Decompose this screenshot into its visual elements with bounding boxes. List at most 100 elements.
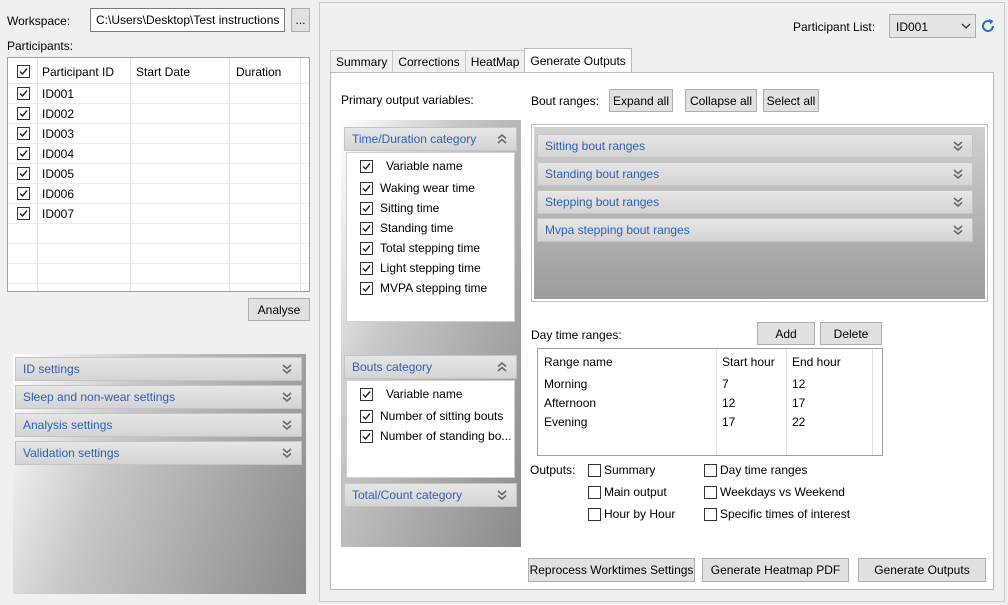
chevron-double-up-icon: [497, 134, 507, 144]
add-range-button[interactable]: Add: [757, 322, 815, 345]
variable-item[interactable]: Total stepping time: [360, 238, 480, 258]
output-checkbox[interactable]: [588, 507, 601, 521]
table-row[interactable]: ID004: [8, 144, 309, 164]
analysis-settings-label: Analysis settings: [23, 418, 113, 432]
id-settings-label: ID settings: [23, 362, 80, 376]
output-option[interactable]: Specific times of interest: [704, 507, 850, 521]
variable-item[interactable]: Sitting time: [360, 198, 439, 218]
analysis-settings-header[interactable]: Analysis settings: [15, 413, 302, 437]
bouts-category-list: Variable name Number of sitting bouts Num…: [346, 380, 515, 478]
table-row[interactable]: ID006: [8, 184, 309, 204]
generate-heatmap-pdf-button[interactable]: Generate Heatmap PDF: [702, 558, 849, 582]
generate-outputs-button[interactable]: Generate Outputs: [858, 558, 986, 582]
tab-corrections[interactable]: Corrections: [392, 50, 466, 72]
time-select-all-checkbox[interactable]: [360, 159, 373, 173]
select-all-button[interactable]: Select all: [763, 89, 819, 112]
row-checkbox[interactable]: [17, 167, 30, 180]
row-checkbox[interactable]: [17, 127, 30, 140]
output-option[interactable]: Main output: [588, 485, 667, 499]
variable-checkbox[interactable]: [360, 281, 373, 295]
table-row[interactable]: ID001: [8, 84, 309, 104]
column-start-hour[interactable]: Start hour: [722, 355, 775, 369]
variable-checkbox[interactable]: [360, 181, 373, 195]
sitting-bout-ranges-header[interactable]: Sitting bout ranges: [537, 134, 973, 158]
sitting-bout-ranges-label: Sitting bout ranges: [545, 139, 646, 153]
column-range-name[interactable]: Range name: [544, 355, 613, 369]
analyse-button[interactable]: Analyse: [248, 298, 310, 321]
output-checkbox[interactable]: [704, 463, 717, 477]
variable-item[interactable]: Number of standing bo...: [360, 426, 511, 446]
variable-item[interactable]: Number of sitting bouts: [360, 406, 503, 426]
column-participant-id[interactable]: Participant ID: [42, 65, 114, 79]
variable-checkbox[interactable]: [360, 221, 373, 235]
column-end-hour[interactable]: End hour: [792, 355, 841, 369]
table-row[interactable]: Afternoon 12 17: [538, 394, 882, 413]
standing-bout-ranges-header[interactable]: Standing bout ranges: [537, 162, 973, 186]
delete-range-button[interactable]: Delete: [820, 322, 882, 345]
table-row[interactable]: ID005: [8, 164, 309, 184]
browse-button[interactable]: ...: [291, 8, 310, 32]
time-category-header[interactable]: Time/Duration category: [344, 127, 517, 151]
variable-item[interactable]: MVPA stepping time: [360, 278, 487, 298]
mvpa-bout-ranges-header[interactable]: Mvpa stepping bout ranges: [537, 218, 973, 242]
variable-item[interactable]: Waking wear time: [360, 178, 475, 198]
tab-summary[interactable]: Summary: [330, 50, 394, 72]
output-option[interactable]: Hour by Hour: [588, 507, 675, 521]
table-row[interactable]: [8, 224, 309, 244]
variable-label: Standing time: [380, 221, 454, 235]
variable-checkbox[interactable]: [360, 429, 373, 443]
tab-heatmap[interactable]: HeatMap: [464, 50, 526, 72]
participant-id-cell: ID006: [42, 187, 75, 201]
start-hour-cell: 17: [722, 415, 736, 429]
variable-checkbox[interactable]: [360, 409, 373, 423]
output-option[interactable]: Weekdays vs Weekend: [704, 485, 845, 499]
checkmark-icon: [19, 150, 28, 158]
sleep-settings-header[interactable]: Sleep and non-wear settings: [15, 385, 302, 409]
select-all-checkbox[interactable]: [17, 65, 30, 78]
bouts-category-header[interactable]: Bouts category: [344, 355, 517, 379]
table-row[interactable]: [8, 244, 309, 264]
variable-item[interactable]: Light stepping time: [360, 258, 481, 278]
output-checkbox[interactable]: [704, 485, 717, 499]
reprocess-worktimes-button[interactable]: Reprocess Worktimes Settings: [528, 558, 695, 582]
collapse-all-button[interactable]: Collapse all: [685, 89, 757, 112]
bouts-select-all-checkbox[interactable]: [360, 387, 373, 401]
sleep-settings-label: Sleep and non-wear settings: [23, 390, 176, 404]
table-row[interactable]: ID003: [8, 124, 309, 144]
refresh-icon[interactable]: [980, 18, 996, 34]
column-duration[interactable]: Duration: [236, 65, 281, 79]
tab-generate-outputs[interactable]: Generate Outputs: [524, 48, 632, 72]
participant-list-select[interactable]: ID001: [889, 14, 976, 38]
variable-checkbox[interactable]: [360, 241, 373, 255]
table-row[interactable]: [8, 264, 309, 284]
row-checkbox[interactable]: [17, 107, 30, 120]
validation-settings-header[interactable]: Validation settings: [15, 441, 302, 465]
chevron-double-down-icon: [953, 225, 963, 235]
output-option[interactable]: Day time ranges: [704, 463, 807, 477]
variable-item[interactable]: Standing time: [360, 218, 453, 238]
table-row[interactable]: Evening 17 22: [538, 413, 882, 432]
variable-checkbox[interactable]: [360, 201, 373, 215]
table-row[interactable]: Morning 7 12: [538, 375, 882, 394]
row-checkbox[interactable]: [17, 87, 30, 100]
end-hour-cell: 22: [792, 415, 806, 429]
column-start-date[interactable]: Start Date: [136, 65, 190, 79]
table-row[interactable]: ID007: [8, 204, 309, 224]
variable-checkbox[interactable]: [360, 261, 373, 275]
total-category-header[interactable]: Total/Count category: [344, 483, 517, 507]
output-checkbox[interactable]: [704, 507, 717, 521]
time-variable-header: Variable name: [360, 156, 463, 176]
output-checkbox[interactable]: [588, 485, 601, 499]
table-row[interactable]: ID002: [8, 104, 309, 124]
id-settings-header[interactable]: ID settings: [15, 357, 302, 381]
output-checkbox[interactable]: [588, 463, 601, 477]
output-option[interactable]: Summary: [588, 463, 655, 477]
row-checkbox[interactable]: [17, 187, 30, 200]
expand-all-button[interactable]: Expand all: [609, 89, 673, 112]
workspace-path-field[interactable]: C:\Users\Desktop\Test instructions: [90, 8, 285, 32]
workspace-path-value: C:\Users\Desktop\Test instructions: [96, 13, 280, 27]
row-checkbox[interactable]: [17, 147, 30, 160]
output-option-label: Summary: [604, 463, 656, 477]
stepping-bout-ranges-header[interactable]: Stepping bout ranges: [537, 190, 973, 214]
row-checkbox[interactable]: [17, 207, 30, 220]
